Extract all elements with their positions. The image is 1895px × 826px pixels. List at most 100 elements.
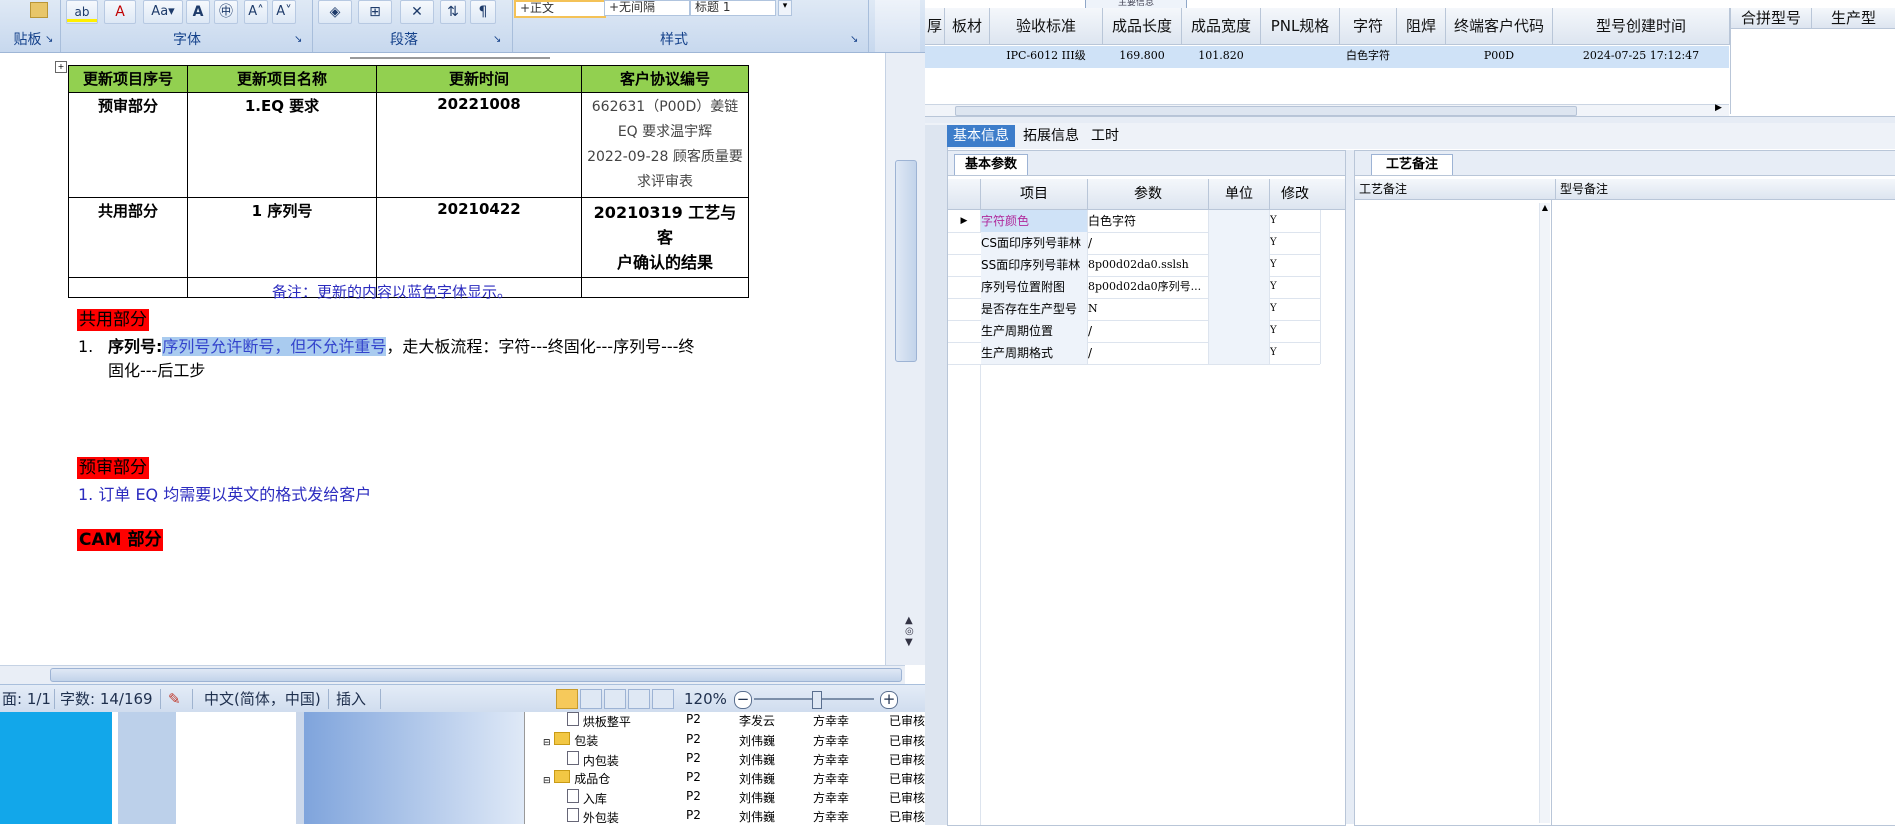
param-row[interactable]: ▶ 字符颜色 白色字符 Y [948,210,1321,233]
detail-tabs: 基本信息 拓展信息 工时 [925,123,1895,825]
status-words[interactable]: 字数: 14/169 [60,685,153,712]
col-header[interactable]: 合拼型号 [1731,8,1812,29]
tree-row[interactable]: ⊟ 成品仓 [543,770,610,787]
tab-extended-info[interactable]: 拓展信息 [1017,125,1085,147]
col-header[interactable]: 字符 [1340,8,1397,45]
param-panel: 基本参数 项目 参数 单位 修改 ▶ 字符颜色 白色字符 Y CS面印序列号菲林… [947,150,1346,826]
col-header[interactable]: 成品宽度 [1182,8,1261,45]
style-normal[interactable]: +正文 [514,0,606,18]
subtab-process-remark[interactable]: 工艺备注 [1371,154,1454,175]
col-header: 更新项目名称 [187,65,377,93]
change-styles-button[interactable] [875,0,920,52]
tree-row[interactable]: 烘板整平 [555,712,631,730]
col-header[interactable]: 生产型 [1812,8,1895,29]
tree-row[interactable]: 内包装 [567,751,619,769]
tree-row[interactable]: ⊟ 包装 [543,732,598,749]
col-header[interactable]: 型号备注 [1556,179,1895,200]
outline-icon[interactable] [628,689,650,709]
section-common-heading: 共用部分 [77,309,149,331]
sort-icon[interactable]: ⇅ [440,0,466,24]
horizontal-scroll-thumb[interactable] [50,668,902,682]
update-table: 更新项目序号 更新项目名称 更新时间 客户协议编号 预审部分 1.EQ 要求 2… [68,65,749,298]
scroll-right-icon[interactable]: ▶ [1715,103,1722,113]
param-row[interactable]: SS面印序列号菲林 8p00d02da0.sslsh Y [948,254,1321,277]
dialog-launcher-icon[interactable]: ↘ [493,34,501,45]
section-cam-heading: CAM 部分 [77,529,164,551]
draft-icon[interactable] [652,689,674,709]
process-remark-text[interactable] [1355,200,1552,825]
param-row[interactable]: 是否存在生产型号 N Y [948,298,1321,321]
styles-scroll-icon[interactable]: ▾ [778,0,792,16]
dialog-launcher-icon[interactable]: ↘ [45,34,53,45]
dialog-launcher-icon[interactable]: ↘ [294,34,302,45]
tree-row[interactable]: 入库 [567,789,607,807]
paste-icon[interactable] [30,2,48,18]
col-header: 更新项目序号 [68,65,188,93]
col-header[interactable]: 修改 [1270,179,1320,209]
borders-icon[interactable]: ⊞ [358,0,392,24]
change-case-icon[interactable]: Aa▾ [143,0,183,24]
zoom-in-icon[interactable]: + [880,691,898,709]
highlight-color-icon[interactable]: ab [66,0,98,24]
dialog-launcher-icon[interactable]: ↘ [850,34,858,45]
table-move-handle-icon[interactable]: + [55,61,67,73]
remark-panel: 工艺备注 工艺备注 型号备注 ▲ [1354,150,1895,826]
full-screen-icon[interactable] [580,689,602,709]
model-remark-text[interactable] [1556,200,1895,825]
web-layout-icon[interactable] [604,689,626,709]
shrink-font-icon[interactable]: A˅ [272,0,296,24]
cell-name: 1 序列号 [187,197,377,278]
desktop-tile [0,712,112,824]
chinese-layout-icon[interactable]: ✕ [400,0,434,24]
char-border-icon[interactable]: A [186,0,210,24]
ribbon-separator [60,0,61,52]
selected-text[interactable]: 序列号允许断号，但不允许重号 [162,337,387,356]
document-page[interactable]: + 更新项目序号 更新项目名称 更新时间 客户协议编号 预审部分 1.EQ 要求… [0,53,884,665]
page-nav-icon[interactable]: ▲ ◎ ▼ [905,615,914,648]
col-header[interactable]: 验收标准 [990,8,1103,45]
font-color-icon[interactable]: A [104,0,136,24]
grid-hscroll-thumb[interactable] [955,106,1577,116]
grid-row-selected[interactable]: IPC-6012 III级 169.800 101.820 白色字符 P00D … [925,46,1729,68]
col-header[interactable]: PNL规格 [1261,8,1340,45]
proofing-icon[interactable]: ✎ [168,685,181,712]
col-header[interactable]: 成品长度 [1103,8,1182,45]
grow-font-icon[interactable]: A˄ [244,0,268,24]
param-row[interactable]: 生产周期格式 / Y [948,342,1321,365]
tab-work-hours[interactable]: 工时 [1085,125,1125,147]
code-line: 20210319 工艺与客 [593,203,737,247]
shading-icon[interactable]: ◈ [318,0,352,24]
status-page[interactable]: 面: 1/1 [2,685,51,712]
subtab-basic-params[interactable]: 基本参数 [954,154,1029,175]
ribbon-group-paragraph: 段落 [390,32,418,48]
col-header[interactable]: 厚 [925,8,945,45]
status-language[interactable]: 中文(简体，中国) [204,685,321,712]
code-line: EQ 要求温宇辉 [617,124,713,140]
zoom-level[interactable]: 120% [684,685,727,712]
col-header[interactable]: 型号创建时间 [1553,8,1730,45]
param-row[interactable]: 序列号位置附图 8p00d02da0序列号... Y [948,276,1321,299]
tree-row[interactable]: 外包装 [567,808,619,826]
style-heading-1[interactable]: 标题 1 [690,0,776,16]
table-row: 预审部分 1.EQ 要求 20221008 662631（P00D）姜链 EQ … [68,92,749,198]
col-header[interactable]: 终端客户代码 [1446,8,1553,45]
col-header[interactable]: 参数 [1088,179,1209,209]
enclose-char-icon[interactable]: ㊥ [214,0,238,24]
col-header[interactable]: 板材 [945,8,990,45]
cut-off-heading [350,53,550,59]
print-layout-icon[interactable] [556,689,578,709]
tab-basic-info[interactable]: 基本信息 [947,125,1015,147]
param-row[interactable]: CS面印序列号菲林 / Y [948,232,1321,255]
show-marks-icon[interactable]: ¶ [470,0,496,24]
col-header[interactable]: 工艺备注 [1355,179,1556,200]
remark-scrollbar[interactable]: ▲ [1539,203,1550,823]
col-header[interactable]: 单位 [1209,179,1270,209]
param-row[interactable]: 生产周期位置 / Y [948,320,1321,343]
vertical-scroll-thumb[interactable] [895,160,917,362]
zoom-slider-thumb[interactable] [812,691,822,709]
col-header[interactable]: 项目 [981,179,1088,209]
style-no-spacing[interactable]: +无间隔 [604,0,690,16]
zoom-out-icon[interactable]: − [734,691,752,709]
status-insert-mode[interactable]: 插入 [336,685,366,712]
col-header[interactable]: 阻焊 [1397,8,1446,45]
